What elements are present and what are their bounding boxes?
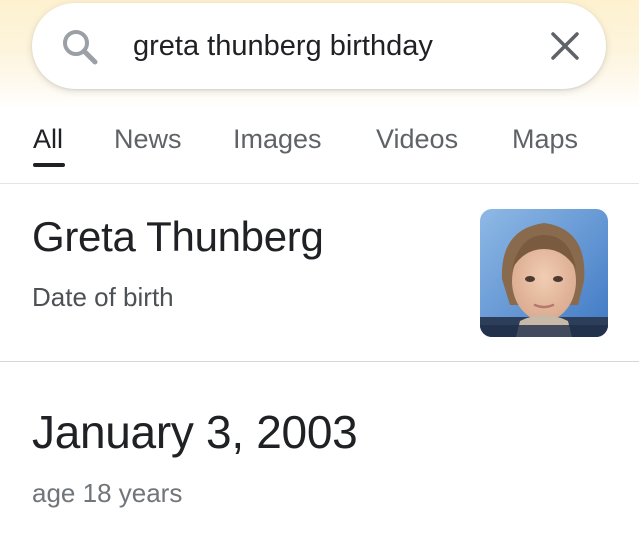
entity-photo[interactable] bbox=[480, 209, 608, 337]
entity-attribute-label: Date of birth bbox=[32, 282, 174, 312]
close-icon[interactable] bbox=[548, 29, 582, 63]
active-tab-indicator bbox=[33, 163, 65, 167]
age-text: age 18 years bbox=[32, 478, 183, 508]
search-icon[interactable] bbox=[60, 27, 100, 67]
portrait-image bbox=[480, 209, 608, 337]
search-header bbox=[0, 0, 639, 108]
tab-images[interactable]: Images bbox=[233, 124, 322, 155]
section-divider bbox=[0, 361, 639, 362]
search-results-page: All News Images Videos Maps Greta Thunbe… bbox=[0, 0, 639, 548]
tab-videos[interactable]: Videos bbox=[376, 124, 458, 155]
tab-all[interactable]: All bbox=[33, 124, 63, 155]
search-bar[interactable] bbox=[32, 3, 606, 89]
tab-maps[interactable]: Maps bbox=[512, 124, 578, 155]
search-tabs: All News Images Videos Maps bbox=[0, 108, 639, 184]
search-input[interactable] bbox=[133, 25, 533, 67]
birth-date-answer: January 3, 2003 bbox=[32, 406, 358, 458]
tab-news[interactable]: News bbox=[114, 124, 182, 155]
entity-title: Greta Thunberg bbox=[32, 213, 324, 260]
